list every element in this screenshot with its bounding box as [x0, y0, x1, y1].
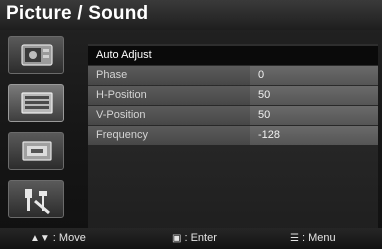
menu-row-v-position[interactable]: V-Position 50 — [88, 106, 378, 125]
enter-hint: ▣: Enter — [172, 228, 217, 249]
osd-screen: Picture / Sound Auto Adjust Phase 0 H-Po… — [0, 0, 382, 249]
menu-hint: ☰: Menu — [290, 228, 336, 249]
sidebar — [0, 36, 75, 226]
row-value: 50 — [258, 89, 271, 101]
menu-row-phase[interactable]: Phase 0 — [88, 66, 378, 85]
move-label: : Move — [52, 232, 86, 244]
header-bar: Picture / Sound — [0, 0, 382, 30]
enter-label: : Enter — [184, 232, 217, 244]
pc-settings-icon — [21, 92, 53, 114]
up-down-arrows-icon: ▲▼ — [30, 233, 50, 244]
row-value: 50 — [258, 109, 271, 121]
auto-adjust-item[interactable]: Auto Adjust — [88, 46, 378, 65]
row-value: 0 — [258, 69, 265, 81]
menu-button-icon: ☰ — [290, 233, 299, 244]
aspect-ratio-icon — [22, 141, 52, 161]
sidebar-item-pc-settings[interactable] — [8, 84, 64, 122]
sidebar-item-tools[interactable] — [8, 180, 64, 218]
menu-row-h-position[interactable]: H-Position 50 — [88, 86, 378, 105]
page-title: Picture / Sound — [6, 3, 149, 24]
row-label: Frequency — [96, 129, 148, 141]
enter-button-icon: ▣ — [172, 233, 182, 244]
footer-hints: ▲▼: Move ▣: Enter ☰: Menu — [0, 228, 382, 249]
row-label: V-Position — [96, 109, 146, 121]
menu-row-frequency[interactable]: Frequency -128 — [88, 126, 378, 145]
sidebar-item-picture[interactable] — [8, 36, 64, 74]
tools-icon — [25, 189, 50, 215]
picture-icon — [21, 44, 53, 66]
menu-label: : Menu — [301, 232, 336, 244]
row-label: Phase — [96, 69, 128, 81]
sidebar-item-aspect-ratio[interactable] — [8, 132, 64, 170]
row-label: H-Position — [96, 89, 147, 101]
row-value: -128 — [258, 129, 281, 141]
auto-adjust-label: Auto Adjust — [96, 49, 152, 61]
move-hint: ▲▼: Move — [30, 228, 86, 249]
